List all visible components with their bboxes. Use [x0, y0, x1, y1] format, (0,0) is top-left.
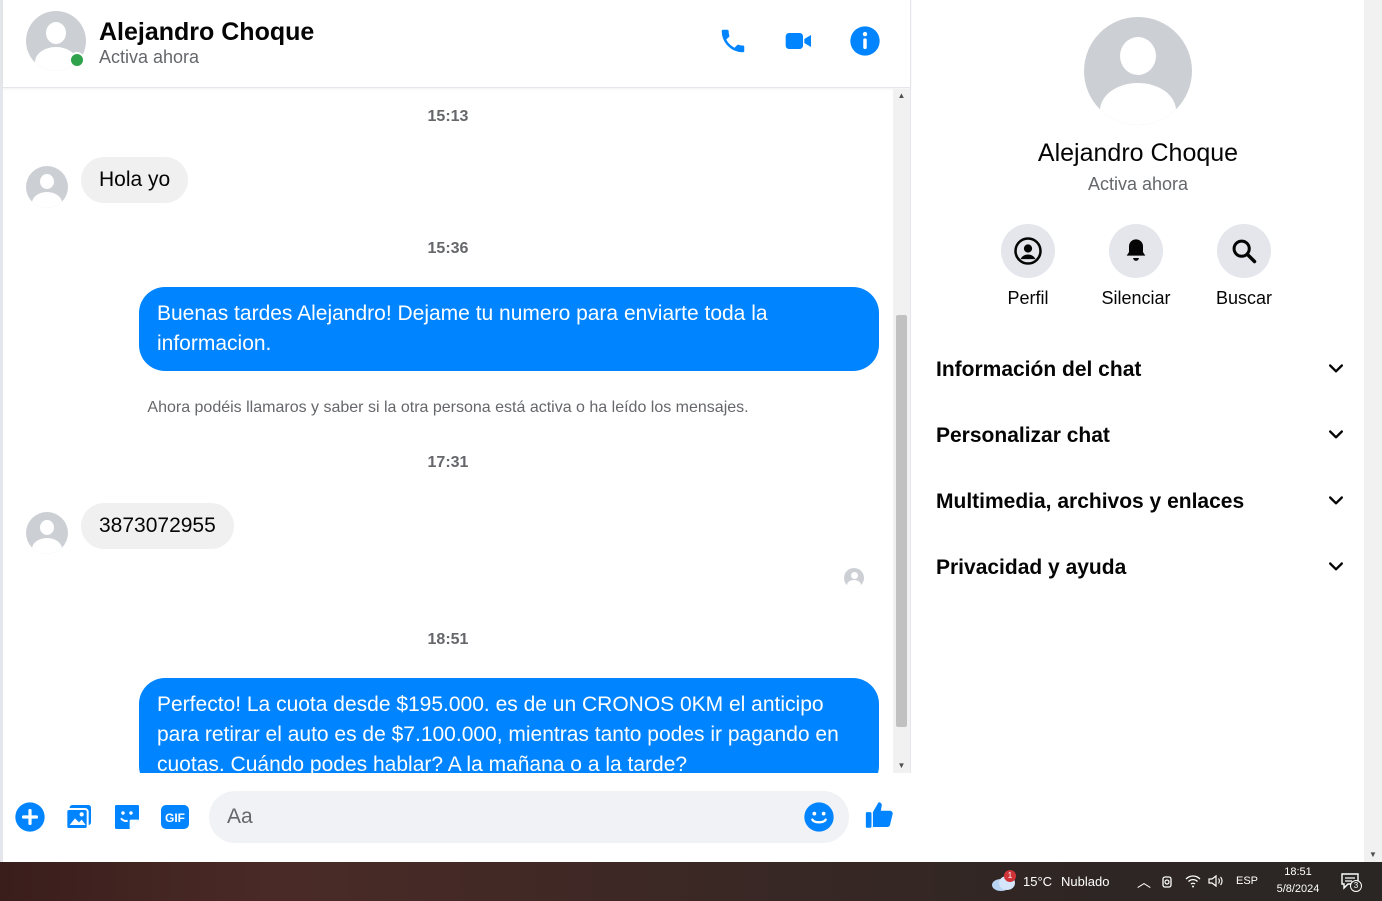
volume-icon[interactable] [1208, 874, 1224, 891]
chat-pane: Alejandro Choque Activa ahora 15:13 Hola… [0, 0, 911, 862]
messenger-window: Alejandro Choque Activa ahora 15:13 Hola… [0, 0, 1382, 862]
language-indicator[interactable]: ESP [1236, 875, 1258, 887]
gif-icon[interactable]: GIF [158, 800, 192, 834]
section-chat-info[interactable]: Información del chat [936, 350, 1346, 390]
profile-action-button[interactable]: Perfil [988, 224, 1068, 309]
video-icon[interactable] [782, 24, 816, 58]
contact-status: Activa ahora [99, 47, 200, 67]
sender-avatar[interactable] [26, 166, 68, 208]
search-action-button[interactable]: Buscar [1204, 224, 1284, 309]
scroll-down-arrow[interactable]: ▼ [893, 759, 910, 773]
outgoing-message[interactable]: Perfecto! La cuota desde $195.000. es de… [139, 678, 879, 773]
chevron-down-icon [1326, 424, 1346, 449]
search-action-label: Buscar [1215, 288, 1273, 308]
seen-indicator-avatar [844, 568, 864, 588]
mute-action-button[interactable]: Silenciar [1096, 224, 1176, 309]
plus-icon[interactable] [13, 800, 47, 834]
outgoing-message[interactable]: Buenas tardes Alejandro! Dejame tu numer… [139, 287, 879, 371]
sticker-icon[interactable] [110, 800, 144, 834]
message-composer: GIF [3, 773, 911, 862]
section-privacy-help[interactable]: Privacidad y ayuda [936, 548, 1346, 588]
chevron-down-icon [1326, 490, 1346, 515]
incoming-message[interactable]: 3873072955 [81, 503, 234, 549]
message-timestamp: 17:31 [427, 454, 469, 471]
window-scrollbar[interactable]: ▼ [1364, 0, 1382, 862]
section-title: Multimedia, archivos y enlaces [936, 490, 1245, 513]
message-list[interactable]: 15:13 Hola yo 15:36 Buenas tardes Alejan… [3, 89, 893, 773]
clock-date[interactable]: 5/8/2024 [1274, 883, 1322, 895]
chat-header: Alejandro Choque Activa ahora [3, 0, 911, 88]
chevron-down-icon [1326, 556, 1346, 581]
section-media-files-links[interactable]: Multimedia, archivos y enlaces [936, 482, 1346, 522]
info-avatar[interactable] [1084, 17, 1192, 125]
bell-icon [1109, 224, 1163, 278]
weather-badge: 1 [1004, 870, 1016, 882]
section-title: Información del chat [936, 358, 1142, 381]
sender-avatar[interactable] [26, 512, 68, 554]
chevron-up-icon[interactable]: ︿ [1137, 872, 1151, 892]
weather-temp[interactable]: 15°C [1023, 874, 1052, 889]
info-icon[interactable] [848, 24, 882, 58]
gif-label: GIF [165, 811, 185, 825]
window-scroll-down-arrow[interactable]: ▼ [1364, 848, 1382, 862]
messages-scrollbar[interactable]: ▲ ▼ [893, 89, 910, 773]
clock-time[interactable]: 18:51 [1274, 866, 1322, 878]
conversation-info-pane: Alejandro Choque Activa ahora Perfil Sil… [912, 0, 1364, 862]
section-title: Personalizar chat [936, 424, 1110, 447]
message-input[interactable] [209, 791, 849, 843]
incoming-message[interactable]: Hola yo [81, 157, 189, 203]
info-contact-status: Activa ahora [1087, 174, 1189, 194]
weather-text[interactable]: Nublado [1061, 874, 1109, 889]
emoji-icon[interactable] [803, 801, 835, 833]
like-icon[interactable] [863, 798, 897, 832]
contact-name[interactable]: Alejandro Choque [99, 18, 314, 47]
notification-icon[interactable]: 3 [1340, 872, 1362, 893]
profile-action-label: Perfil [1007, 288, 1049, 308]
wifi-icon[interactable] [1185, 874, 1201, 891]
info-contact-name: Alejandro Choque [1037, 139, 1239, 167]
profile-icon [1001, 224, 1055, 278]
scroll-up-arrow[interactable]: ▲ [893, 89, 910, 103]
section-title: Privacidad y ayuda [936, 556, 1127, 579]
message-timestamp: 15:13 [427, 108, 469, 125]
phone-icon[interactable] [716, 24, 750, 58]
section-customize-chat[interactable]: Personalizar chat [936, 416, 1346, 456]
windows-taskbar: 1 15°C Nublado ︿ ESP 18:51 5/8/2024 3 [0, 862, 1382, 901]
weather-cloud-icon[interactable]: 1 [990, 870, 1018, 893]
system-note: Ahora podéis llamaros y saber si la otra… [147, 399, 749, 416]
image-icon[interactable] [62, 800, 96, 834]
mute-action-label: Silenciar [1101, 288, 1171, 308]
message-timestamp: 15:36 [427, 240, 469, 257]
message-timestamp: 18:51 [427, 631, 469, 648]
meet-icon[interactable] [1161, 874, 1175, 893]
search-icon [1217, 224, 1271, 278]
scroll-thumb[interactable] [896, 315, 907, 727]
notification-count: 3 [1350, 880, 1362, 892]
chevron-down-icon [1326, 358, 1346, 383]
online-status-dot [69, 52, 85, 68]
